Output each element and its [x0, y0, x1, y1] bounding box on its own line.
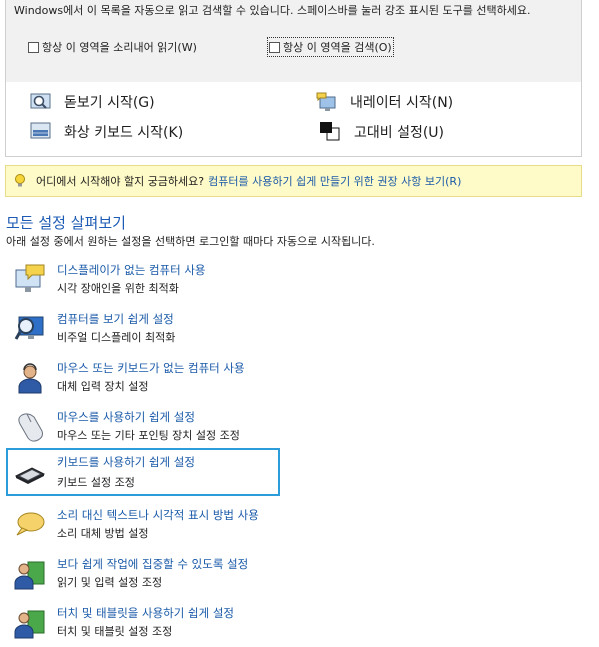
setting-description: 대체 입력 장치 설정	[57, 380, 149, 393]
quick-tools-panel: 돋보기 시작(G) 내레이터 시작(N) 화상 키보드 시작(K) 고대비 설정…	[5, 82, 582, 157]
setting-link[interactable]: 컴퓨터를 보기 쉽게 설정	[57, 311, 174, 327]
setting-item-touch-tablet[interactable]: 터치 및 태블릿을 사용하기 쉽게 설정 터치 및 태블릿 설정 조정	[12, 605, 282, 647]
speech-bubble-icon	[14, 509, 46, 541]
magnifier-icon	[30, 92, 52, 112]
setting-link[interactable]: 터치 및 태블릿을 사용하기 쉽게 설정	[57, 605, 234, 621]
read-aloud-checkbox[interactable]	[28, 41, 39, 53]
setting-description: 비주얼 디스플레이 최적화	[57, 331, 176, 344]
setting-description: 키보드 설정 조정	[57, 476, 135, 489]
narrator-start-button[interactable]: 내레이터 시작(N)	[316, 92, 453, 112]
magnifier-start-label[interactable]: 돋보기 시작(G)	[64, 92, 155, 112]
section-title: 모든 설정 살펴보기	[6, 214, 126, 232]
scan-area-checkbox-row[interactable]: 항상 이 영역을 검색(O)	[267, 37, 394, 57]
setting-description: 시각 장애인을 위한 최적화	[57, 282, 179, 295]
onscreen-keyboard-icon	[30, 122, 52, 142]
high-contrast-settings-label[interactable]: 고대비 설정(U)	[354, 122, 444, 142]
setting-item-focus-tasks[interactable]: 보다 쉽게 작업에 집중할 수 있도록 설정 읽기 및 입력 설정 조정	[12, 556, 282, 598]
setting-item-easier-to-see[interactable]: 컴퓨터를 보기 쉽게 설정 비주얼 디스플레이 최적화	[12, 311, 282, 353]
setting-description: 마우스 또는 기타 포인팅 장치 설정 조정	[57, 429, 240, 442]
lightbulb-icon	[14, 174, 26, 188]
scan-area-label[interactable]: 항상 이 영역을 검색(O)	[283, 39, 392, 55]
setting-description: 소리 대체 방법 설정	[57, 527, 149, 540]
setting-link[interactable]: 키보드를 사용하기 쉽게 설정	[57, 454, 195, 470]
scan-area-checkbox[interactable]	[269, 41, 280, 53]
person-board-icon	[14, 558, 46, 590]
read-aloud-checkbox-row[interactable]: 항상 이 영역을 소리내어 읽기(W)	[28, 39, 197, 55]
high-contrast-settings-button[interactable]: 고대비 설정(U)	[320, 122, 444, 142]
keyboard-icon	[14, 456, 46, 488]
setting-item-mouse[interactable]: 마우스를 사용하기 쉽게 설정 마우스 또는 기타 포인팅 장치 설정 조정	[12, 409, 282, 451]
monitor-speech-icon	[14, 264, 46, 296]
intro-text: Windows에서 이 목록을 자동으로 읽고 검색할 수 있습니다. 스페이스…	[14, 4, 531, 17]
setting-link[interactable]: 소리 대신 텍스트나 시각적 표시 방법 사용	[57, 507, 259, 523]
setting-link[interactable]: 보다 쉽게 작업에 집중할 수 있도록 설정	[57, 556, 248, 572]
person-headset-icon	[14, 362, 46, 394]
setting-item-no-mouse-keyboard[interactable]: 마우스 또는 키보드가 없는 컴퓨터 사용 대체 입력 장치 설정	[12, 360, 282, 402]
mouse-icon	[14, 411, 46, 443]
high-contrast-icon	[320, 122, 342, 142]
setting-item-no-display[interactable]: 디스플레이가 없는 컴퓨터 사용 시각 장애인을 위한 최적화	[12, 262, 282, 304]
onscreen-keyboard-start-button[interactable]: 화상 키보드 시작(K)	[30, 122, 183, 142]
person-tablet-icon	[14, 607, 46, 639]
setting-item-visual-alternatives[interactable]: 소리 대신 텍스트나 시각적 표시 방법 사용 소리 대체 방법 설정	[12, 507, 282, 549]
section-description: 아래 설정 중에서 원하는 설정을 선택하면 로그인할 때마다 자동으로 시작됩…	[6, 235, 375, 248]
tip-text: 어디에서 시작해야 할지 궁금하세요?	[36, 175, 205, 188]
setting-link[interactable]: 마우스 또는 키보드가 없는 컴퓨터 사용	[57, 360, 245, 376]
recommendation-tip-bar: 어디에서 시작해야 할지 궁금하세요? 컴퓨터를 사용하기 쉽게 만들기 위한 …	[5, 165, 582, 197]
narrator-start-label[interactable]: 내레이터 시작(N)	[350, 92, 453, 112]
narrator-icon	[316, 92, 338, 112]
read-aloud-label[interactable]: 항상 이 영역을 소리내어 읽기(W)	[42, 39, 197, 55]
setting-link[interactable]: 마우스를 사용하기 쉽게 설정	[57, 409, 195, 425]
setting-link[interactable]: 디스플레이가 없는 컴퓨터 사용	[57, 262, 206, 278]
onscreen-keyboard-start-label[interactable]: 화상 키보드 시작(K)	[64, 122, 183, 142]
magnifier-start-button[interactable]: 돋보기 시작(G)	[30, 92, 155, 112]
magnifier-monitor-icon	[14, 313, 46, 345]
setting-item-keyboard[interactable]: 키보드를 사용하기 쉽게 설정 키보드 설정 조정	[6, 448, 280, 496]
recommendations-link[interactable]: 컴퓨터를 사용하기 쉽게 만들기 위한 권장 사항 보기(R)	[208, 173, 461, 189]
setting-description: 터치 및 태블릿 설정 조정	[57, 625, 173, 638]
setting-description: 읽기 및 입력 설정 조정	[57, 576, 163, 589]
